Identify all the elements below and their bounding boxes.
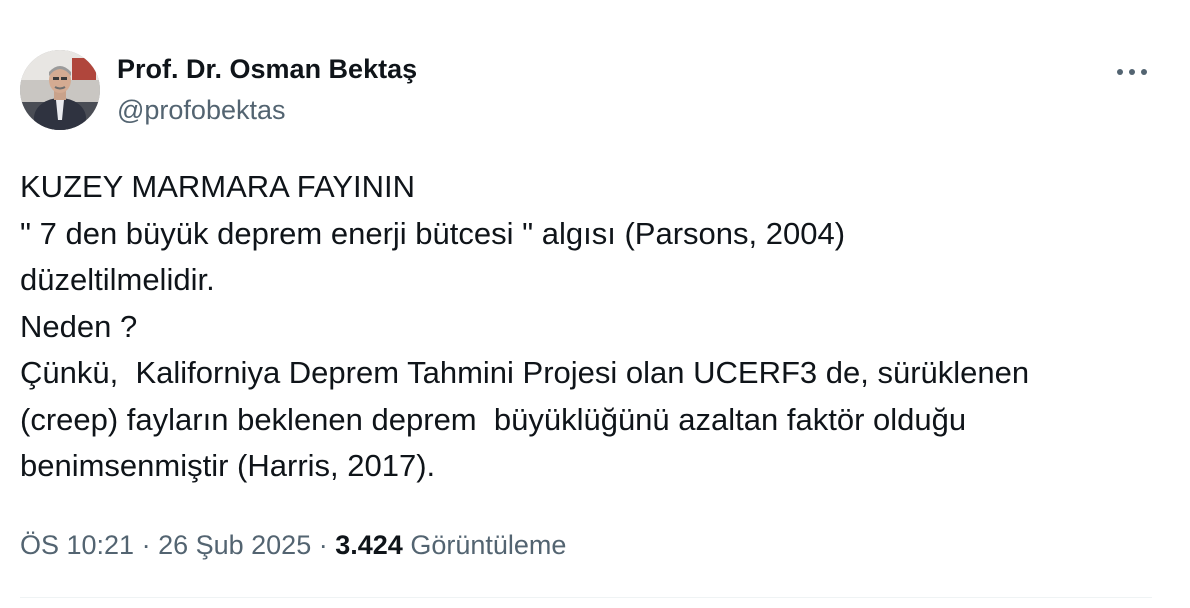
tweet-text-line: Neden ? <box>20 308 138 344</box>
views-label: Görüntüleme <box>410 530 567 560</box>
tweet-meta: ÖS 10:21 · 26 Şub 2025 · 3.424 Görüntüle… <box>20 527 566 563</box>
views-count: 3.424 <box>335 530 403 560</box>
tweet-text-line: düzeltilmelidir. <box>20 262 215 297</box>
tweet-text: KUZEY MARMARA FAYININ " 7 den büyük depr… <box>20 164 1170 490</box>
tweet-text-line: (creep) fayların beklenen deprem büyüklü… <box>20 401 967 437</box>
tweet: Prof. Dr. Osman Bektaş @profobektas KUZE… <box>0 0 1190 608</box>
avatar-photo <box>20 50 100 130</box>
tweet-text-line: benimsenmiştir (Harris, 2017). <box>20 448 436 483</box>
tweet-time[interactable]: ÖS 10:21 <box>20 530 134 560</box>
more-horizontal-icon <box>1117 69 1147 75</box>
meta-separator: · <box>134 530 159 560</box>
author-handle[interactable]: @profobektas <box>117 92 286 128</box>
tweet-text-line: " 7 den büyük deprem enerji bütcesi " al… <box>20 215 846 251</box>
meta-separator: · <box>311 530 336 560</box>
tweet-text-line: Çünkü, Kaliforniya Deprem Tahmini Projes… <box>20 355 1030 390</box>
avatar[interactable] <box>20 50 100 130</box>
divider <box>20 597 1152 598</box>
tweet-date[interactable]: 26 Şub 2025 <box>158 530 311 560</box>
more-options-button[interactable] <box>1108 55 1156 89</box>
tweet-text-line: KUZEY MARMARA FAYININ <box>20 169 416 204</box>
author-display-name[interactable]: Prof. Dr. Osman Bektaş <box>117 51 417 87</box>
